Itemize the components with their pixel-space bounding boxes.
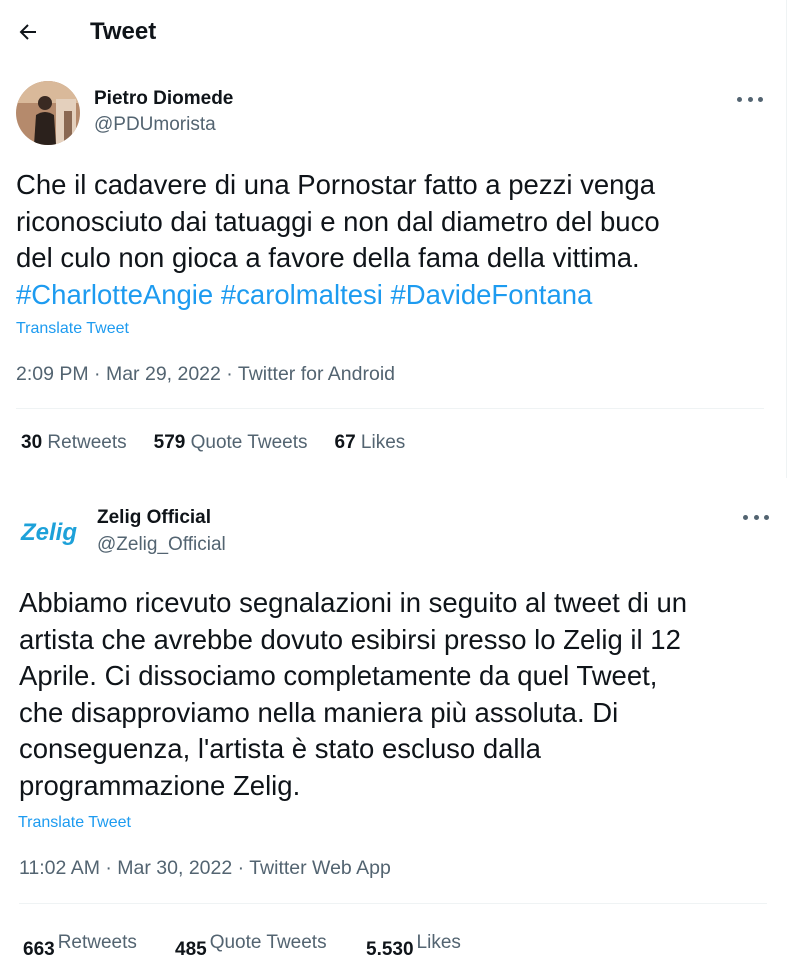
likes-count: 67 — [334, 432, 356, 453]
arrow-left-icon[interactable] — [16, 20, 40, 44]
likes-count: 5.530 — [366, 939, 414, 960]
avatar[interactable]: Zelig — [17, 500, 81, 564]
author-handle[interactable]: @PDUmorista — [94, 114, 216, 136]
tweet-panel-1: Tweet Pietro Diomede @PDUmorista Che il … — [0, 0, 787, 478]
quote-tweets-count: 579 — [153, 432, 186, 453]
page-header: Tweet — [16, 12, 156, 52]
divider — [16, 408, 764, 409]
tweet-source[interactable]: Twitter Web App — [249, 857, 391, 879]
tweet-text: Abbiamo ricevuto segnalazioni in seguito… — [19, 587, 688, 801]
hashtag-link[interactable]: #CharlotteAngie — [16, 279, 213, 310]
likes-stat[interactable]: 5.530 Likes — [366, 932, 461, 960]
more-horizontal-icon[interactable] — [737, 89, 763, 109]
more-horizontal-icon[interactable] — [743, 507, 769, 527]
likes-stat[interactable]: 67 Likes — [335, 432, 406, 454]
tweet-metadata: 11:02 AM · Mar 30, 2022 · Twitter Web Ap… — [19, 857, 391, 879]
tweet-panel-2: Zelig Zelig Official @Zelig_Official Abb… — [3, 480, 789, 966]
tweet-date[interactable]: Mar 30, 2022 — [117, 857, 232, 879]
retweets-label: Retweets — [57, 932, 137, 953]
svg-text:Zelig: Zelig — [20, 519, 77, 546]
zelig-logo: Zelig — [20, 519, 77, 546]
page-title: Tweet — [90, 18, 157, 45]
author-name[interactable]: Zelig Official — [97, 507, 211, 529]
quote-tweets-stat[interactable]: 579 Quote Tweets — [154, 432, 308, 454]
quote-tweets-label: Quote Tweets — [190, 432, 308, 453]
quote-tweets-label: Quote Tweets — [209, 932, 327, 953]
tweet-metadata: 2:09 PM · Mar 29, 2022 · Twitter for And… — [16, 363, 396, 385]
quote-tweets-count: 485 — [175, 939, 207, 960]
hashtag-link[interactable]: #carolmaltesi — [221, 279, 383, 310]
retweets-stat[interactable]: 30 Retweets — [21, 432, 127, 454]
author-name[interactable]: Pietro Diomede — [94, 88, 233, 110]
tweet-body: Che il cadavere di una Pornostar fatto a… — [16, 169, 660, 273]
author-handle[interactable]: @Zelig_Official — [97, 534, 226, 556]
retweets-count: 663 — [23, 939, 55, 960]
tweet-time[interactable]: 11:02 AM — [19, 857, 100, 879]
translate-tweet-link[interactable]: Translate Tweet — [16, 320, 129, 338]
hashtag-link[interactable]: #DavideFontana — [391, 279, 593, 310]
avatar[interactable] — [16, 81, 80, 145]
tweet-text: Che il cadavere di una Pornostar fatto a… — [16, 167, 660, 313]
tweet-date[interactable]: Mar 29, 2022 — [106, 363, 221, 385]
avatar-photo — [16, 81, 80, 145]
likes-label: Likes — [416, 932, 461, 953]
retweets-count: 30 — [21, 432, 43, 453]
quote-tweets-stat[interactable]: 485 Quote Tweets — [175, 932, 327, 960]
tweet-source[interactable]: Twitter for Android — [238, 363, 395, 385]
tweet-stats: 30 Retweets 579 Quote Tweets 67 Likes — [21, 432, 432, 454]
retweets-stat[interactable]: 663 Retweets — [23, 932, 137, 960]
likes-label: Likes — [360, 432, 406, 453]
translate-tweet-link[interactable]: Translate Tweet — [18, 814, 131, 832]
retweets-label: Retweets — [47, 432, 127, 453]
divider — [19, 903, 767, 904]
tweet-time[interactable]: 2:09 PM — [16, 363, 89, 385]
